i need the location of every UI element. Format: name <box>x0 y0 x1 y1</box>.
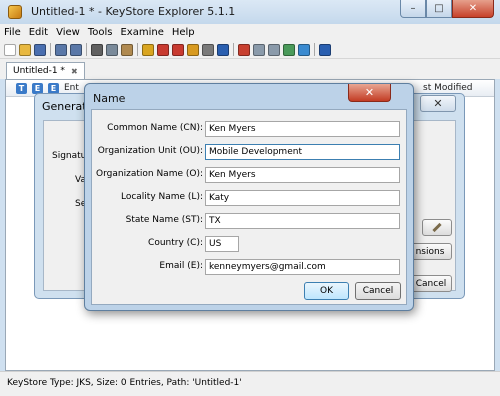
entry-name-header[interactable]: Ent <box>64 83 79 93</box>
examine-clipboard-icon[interactable] <box>253 43 265 56</box>
country-input[interactable] <box>205 236 239 252</box>
name-dialog-close-button[interactable]: ✕ <box>348 84 391 102</box>
email-input[interactable] <box>205 259 400 275</box>
pencil-icon <box>432 222 442 233</box>
copy-icon[interactable] <box>106 43 118 56</box>
organization-unit-input[interactable] <box>205 144 400 160</box>
common-name-label: Common Name (CN): <box>107 123 203 133</box>
title-bar[interactable]: Untitled-1 * - KeyStore Explorer 5.1.1 –… <box>0 0 500 24</box>
entry-type-icon[interactable]: T <box>16 83 27 94</box>
tab-untitled-1[interactable]: Untitled-1 * ✖ <box>6 62 85 79</box>
organization-name-label: Organization Name (O): <box>96 169 203 179</box>
toolbar <box>0 41 500 59</box>
state-name-label: State Name (ST): <box>125 215 203 225</box>
ok-button[interactable]: OK <box>304 282 349 300</box>
menu-bar: File Edit View Tools Examine Help <box>0 24 500 41</box>
tab-close-icon[interactable]: ✖ <box>71 67 78 76</box>
name-dialog: Name ✕ Common Name (CN): Organization Un… <box>84 83 414 311</box>
toolbar-separator <box>86 43 87 56</box>
open-folder-icon[interactable] <box>19 43 31 56</box>
locality-name-row: Locality Name (L): <box>92 190 406 206</box>
edit-name-button[interactable] <box>422 219 452 236</box>
paste-icon[interactable] <box>121 43 133 56</box>
set-password-icon[interactable] <box>202 43 214 56</box>
window-title: Untitled-1 * - KeyStore Explorer 5.1.1 <box>31 5 236 18</box>
status-bar: KeyStore Type: JKS, Size: 0 Entries, Pat… <box>0 371 500 396</box>
generate-keypair-icon[interactable] <box>142 43 154 56</box>
email-row: Email (E): <box>92 259 406 275</box>
organization-unit-label: Organization Unit (OU): <box>97 146 203 156</box>
locality-name-label: Locality Name (L): <box>120 192 203 202</box>
examine-ssl-icon[interactable] <box>268 43 280 56</box>
name-dialog-title: Name <box>93 92 126 105</box>
new-icon[interactable] <box>4 43 16 56</box>
menu-examine[interactable]: Examine <box>120 27 163 38</box>
menu-file[interactable]: File <box>4 27 21 38</box>
last-modified-header[interactable]: st Modified <box>423 83 472 93</box>
help-icon[interactable] <box>319 43 331 56</box>
common-name-row: Common Name (CN): <box>92 121 406 137</box>
locality-name-input[interactable] <box>205 190 400 206</box>
examine-crl-icon[interactable] <box>298 43 310 56</box>
generate-dialog-close-button[interactable]: ✕ <box>420 95 456 112</box>
close-button[interactable]: ✕ <box>452 0 494 18</box>
country-label: Country (C): <box>148 238 203 248</box>
redo-icon[interactable] <box>70 43 82 56</box>
organization-unit-row: Organization Unit (OU): <box>92 144 406 160</box>
import-trusted-cert-icon[interactable] <box>172 43 184 56</box>
examine-file-icon[interactable] <box>238 43 250 56</box>
tab-strip: Untitled-1 * ✖ <box>0 59 500 79</box>
extensions-button[interactable]: nsions <box>408 243 452 260</box>
state-name-input[interactable] <box>205 213 400 229</box>
menu-help[interactable]: Help <box>172 27 195 38</box>
cut-icon[interactable] <box>91 43 103 56</box>
generate-cancel-button[interactable]: Cancel <box>410 275 452 292</box>
maximize-button[interactable]: □ <box>426 0 452 18</box>
toolbar-separator <box>233 43 234 56</box>
examine-csr-icon[interactable] <box>283 43 295 56</box>
toolbar-separator <box>314 43 315 56</box>
toolbar-separator <box>137 43 138 56</box>
state-name-row: State Name (ST): <box>92 213 406 229</box>
minimize-button[interactable]: – <box>400 0 426 18</box>
toolbar-separator <box>50 43 51 56</box>
menu-edit[interactable]: Edit <box>29 27 48 38</box>
tab-label: Untitled-1 * <box>13 66 65 76</box>
cancel-button[interactable]: Cancel <box>355 282 401 300</box>
organization-name-input[interactable] <box>205 167 400 183</box>
common-name-input[interactable] <box>205 121 400 137</box>
save-icon[interactable] <box>34 43 46 56</box>
name-dialog-body: Common Name (CN): Organization Unit (OU)… <box>91 109 407 305</box>
properties-icon[interactable] <box>217 43 229 56</box>
undo-icon[interactable] <box>55 43 67 56</box>
menu-view[interactable]: View <box>56 27 80 38</box>
organization-name-row: Organization Name (O): <box>92 167 406 183</box>
keystore-app-icon <box>8 5 22 19</box>
email-label: Email (E): <box>159 261 203 271</box>
country-row: Country (C): <box>92 236 406 252</box>
import-keypair-icon[interactable] <box>187 43 199 56</box>
window-controls: – □ ✕ <box>400 0 494 18</box>
generate-secret-key-icon[interactable] <box>157 43 169 56</box>
menu-tools[interactable]: Tools <box>88 27 113 38</box>
